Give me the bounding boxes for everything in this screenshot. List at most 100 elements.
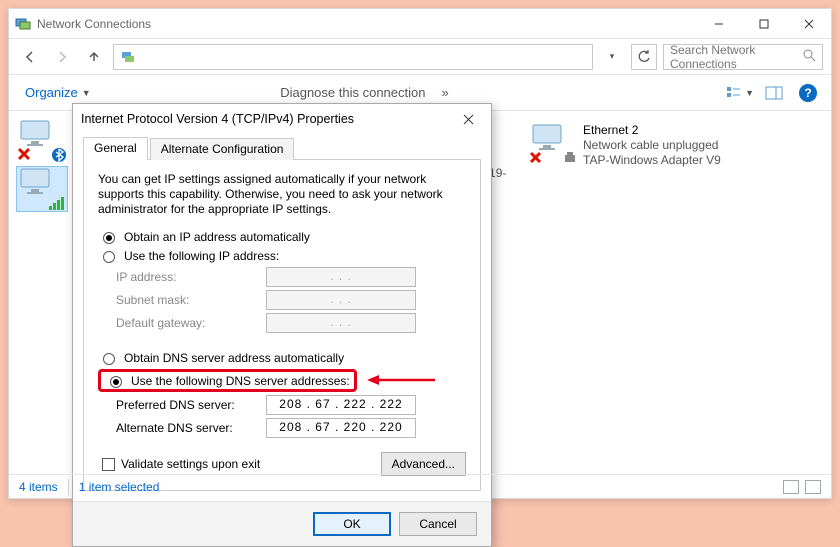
search-box[interactable]: Search Network Connections — [663, 44, 823, 70]
content-area: ions n I219- Ethernet 2 Network cable un… — [9, 111, 831, 483]
radio-ip-manual[interactable] — [103, 251, 115, 263]
status-selection: 1 item selected — [79, 480, 160, 494]
status-item-count: 4 items — [19, 480, 58, 494]
large-icons-view-icon[interactable] — [805, 480, 821, 494]
details-view-icon[interactable] — [783, 480, 799, 494]
ip-address-input: . . . — [266, 267, 416, 287]
organize-menu[interactable]: Organize ▼ — [17, 81, 99, 104]
diagnose-connection-button[interactable]: Diagnose this connection — [272, 81, 433, 104]
default-gateway-input: . . . — [266, 313, 416, 333]
status-bar: 4 items 1 item selected — [9, 474, 831, 498]
arrow-left-icon — [23, 50, 37, 64]
network-connections-window: Network Connections ▾ Search Network Con… — [8, 8, 832, 499]
close-icon — [804, 19, 814, 29]
dns-manual-highlight: Use the following DNS server addresses: — [98, 369, 357, 392]
up-button[interactable] — [81, 44, 107, 70]
preferred-dns-label: Preferred DNS server: — [116, 398, 266, 412]
preview-pane-icon — [765, 86, 783, 100]
cancel-label: Cancel — [419, 517, 456, 531]
status-separator — [68, 479, 69, 495]
ethernet-plug-icon — [563, 151, 577, 165]
overflow-label: » — [441, 85, 448, 100]
overflow-menu[interactable]: » — [433, 81, 456, 104]
alternate-dns-label: Alternate DNS server: — [116, 421, 266, 435]
history-dropdown[interactable]: ▾ — [599, 44, 625, 70]
view-mode-icons[interactable] — [783, 480, 821, 494]
radio-dns-auto[interactable] — [103, 353, 115, 365]
view-options-button[interactable]: ▼ — [725, 80, 755, 106]
radio-ip-auto[interactable] — [103, 232, 115, 244]
window-title: Network Connections — [37, 17, 151, 31]
validate-settings-checkbox[interactable] — [102, 458, 115, 471]
close-icon — [463, 114, 474, 125]
maximize-button[interactable] — [741, 9, 786, 39]
advanced-button[interactable]: Advanced... — [381, 452, 466, 476]
cancel-button[interactable]: Cancel — [399, 512, 477, 536]
radio-ip-manual-row[interactable]: Use the following IP address: — [98, 248, 466, 263]
error-x-icon — [17, 147, 33, 163]
adapter-status: Network cable unplugged — [583, 138, 721, 153]
view-options-icon — [726, 86, 743, 100]
tab-alt-label: Alternate Configuration — [161, 142, 284, 156]
arrow-right-icon — [55, 50, 69, 64]
dialog-title: Internet Protocol Version 4 (TCP/IPv4) P… — [81, 112, 354, 126]
network-icon — [15, 16, 31, 32]
dialog-tabs: General Alternate Configuration — [83, 136, 481, 160]
address-row: ▾ Search Network Connections — [9, 39, 831, 75]
ok-label: OK — [343, 517, 360, 531]
adapter-thumb-bluetooth[interactable] — [17, 119, 67, 163]
ip-address-label: IP address: — [116, 270, 266, 284]
adapter-thumb-wifi[interactable] — [17, 167, 67, 211]
preferred-dns-input[interactable]: 208 . 67 . 222 . 222 — [266, 395, 416, 415]
preview-pane-button[interactable] — [759, 80, 789, 106]
tab-alternate-configuration[interactable]: Alternate Configuration — [150, 138, 295, 160]
adapter-name: Ethernet 2 — [583, 123, 721, 138]
bluetooth-icon — [51, 147, 67, 163]
minimize-button[interactable] — [696, 9, 741, 39]
adapter-item-ethernet2[interactable]: Ethernet 2 Network cable unplugged TAP-W… — [529, 123, 809, 168]
subnet-mask-label: Subnet mask: — [116, 293, 266, 307]
monitor-icon — [17, 167, 57, 197]
back-button[interactable] — [17, 44, 43, 70]
close-button[interactable] — [786, 9, 831, 39]
disable-device-button[interactable]: Disable this network device — [99, 81, 273, 104]
help-icon: ? — [799, 84, 817, 102]
tab-panel-general: You can get IP settings assigned automat… — [83, 160, 481, 491]
refresh-button[interactable] — [631, 44, 657, 70]
tab-general-label: General — [94, 141, 137, 155]
forward-button[interactable] — [49, 44, 75, 70]
radio-dns-manual[interactable] — [110, 376, 122, 388]
tab-general[interactable]: General — [83, 137, 148, 160]
default-gateway-label: Default gateway: — [116, 316, 266, 330]
error-x-icon — [529, 151, 543, 165]
help-button[interactable]: ? — [793, 80, 823, 106]
address-bar[interactable] — [113, 44, 593, 70]
radio-ip-manual-label: Use the following IP address: — [124, 249, 279, 263]
signal-bars-icon — [49, 197, 67, 211]
minimize-icon — [714, 19, 724, 29]
monitor-icon — [17, 119, 57, 149]
dialog-button-row: OK Cancel — [73, 501, 491, 546]
alternate-dns-input[interactable]: 208 . 67 . 220 . 220 — [266, 418, 416, 438]
network-icon — [120, 49, 136, 65]
adapter-device: TAP-Windows Adapter V9 — [583, 153, 721, 168]
validate-settings-label: Validate settings upon exit — [121, 457, 260, 471]
search-placeholder: Search Network Connections — [670, 43, 803, 71]
radio-dns-auto-row[interactable]: Obtain DNS server address automatically — [98, 350, 466, 365]
diagnose-label: Diagnose this connection — [280, 85, 425, 100]
refresh-icon — [637, 50, 651, 64]
organize-label: Organize — [25, 85, 78, 100]
radio-dns-manual-label: Use the following DNS server addresses: — [131, 374, 350, 388]
adapter-list: ions n I219- Ethernet 2 Network cable un… — [439, 115, 825, 181]
ok-button[interactable]: OK — [313, 512, 391, 536]
chevron-down-icon: ▼ — [745, 88, 754, 98]
radio-ip-auto-label: Obtain an IP address automatically — [124, 230, 310, 244]
intro-text: You can get IP settings assigned automat… — [98, 172, 466, 217]
monitor-icon — [529, 123, 569, 153]
radio-ip-auto-row[interactable]: Obtain an IP address automatically — [98, 229, 466, 244]
maximize-icon — [759, 19, 769, 29]
radio-dns-auto-label: Obtain DNS server address automatically — [124, 351, 344, 365]
dialog-close-button[interactable] — [453, 106, 483, 132]
dialog-titlebar: Internet Protocol Version 4 (TCP/IPv4) P… — [73, 104, 491, 134]
search-icon — [803, 49, 816, 65]
